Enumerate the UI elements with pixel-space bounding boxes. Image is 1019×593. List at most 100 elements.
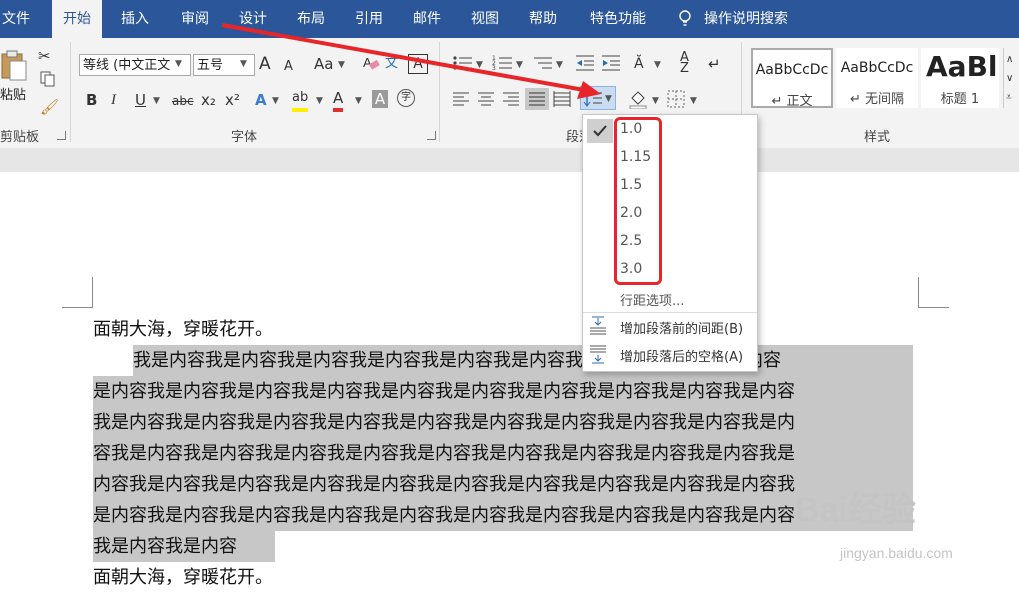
tab-special-features[interactable]: 特色功能 [584,0,652,38]
annotation-highlight-box [614,117,662,285]
chevron-down-icon[interactable]: ▼ [240,59,247,69]
font-group-label: 字体 [231,130,258,145]
doc-line-heading: 面朝大海，穿暖花开。 [93,319,273,340]
align-right-icon[interactable] [502,90,520,108]
chevron-down-icon[interactable]: ▼ [272,96,279,106]
svg-text:3: 3 [492,65,496,72]
borders-icon[interactable] [667,90,685,108]
chevron-down-icon[interactable]: ▼ [153,96,160,106]
tab-view[interactable]: 视图 [460,0,510,38]
align-center-icon[interactable] [477,90,495,108]
align-left-icon[interactable] [452,90,470,108]
style-heading-1[interactable]: AaBl 标题 1 [921,48,999,108]
margin-corner-mark [62,277,93,308]
tab-insert[interactable]: 插入 [110,0,160,38]
clipboard-launcher-icon[interactable] [57,131,66,140]
style-name: ↵ 正文 [771,94,813,109]
chevron-down-icon: ▼ [605,94,612,104]
copy-icon[interactable] [40,71,56,87]
cut-icon[interactable]: ✂ [38,46,51,66]
tab-references[interactable]: 引用 [344,0,394,38]
doc-line: 是内容我是内容我是内容我是内容我是内容我是内容我是内容我是内容我是内容我是内容 [93,500,913,531]
subscript-button[interactable]: x₂ [201,90,216,110]
chevron-down-icon[interactable]: ▼ [556,60,563,70]
doc-line: 我是内容我是内容 [93,531,275,562]
styles-scroll: ∧ ∨ ⩡ [1003,48,1019,108]
phonetic-guide-button[interactable]: 文 [385,54,398,74]
line-spacing-options-link[interactable]: 行距选项... [620,290,684,309]
superscript-button[interactable]: x² [225,90,240,110]
chevron-down-icon[interactable]: ▼ [516,60,523,70]
lightbulb-icon [679,10,691,26]
justify-icon[interactable] [528,90,546,108]
style-name: ↵ 无间隔 [849,92,905,107]
doc-line: 是内容我是内容我是内容我是内容我是内容我是内容我是内容我是内容我是内容我是内容 [93,376,913,407]
clipboard-paste-icon[interactable] [0,48,28,82]
chevron-down-icon[interactable]: ▼ [476,60,483,70]
character-border-button[interactable]: A [408,54,428,74]
chevron-down-icon[interactable]: ▼ [654,60,661,70]
add-space-before-item[interactable]: 增加段落前的间距(B) [620,318,743,337]
chevron-down-icon[interactable]: ▼ [652,96,659,106]
watermark-brand: Bai经验 [795,491,916,529]
chevron-down-icon[interactable]: ▼ [355,96,362,106]
expand-gallery-icon[interactable]: ⩡ [1006,88,1012,108]
style-sample-text: AaBbCcDc [840,60,914,76]
tab-layout[interactable]: 布局 [286,0,336,38]
menu-divider [583,312,757,313]
paste-button-label[interactable]: 粘贴 [0,84,26,103]
shading-bucket-icon[interactable] [628,89,648,109]
tab-design[interactable]: 设计 [228,0,278,38]
increase-indent-icon[interactable] [600,54,622,72]
font-color-button[interactable]: A [333,88,344,112]
enclose-characters-button[interactable]: 字 [397,89,415,107]
bullets-icon[interactable] [452,54,474,72]
chevron-up-icon[interactable]: ∧ [1006,50,1013,70]
tab-home[interactable]: 开始 [52,0,102,38]
tell-me-search[interactable]: 操作说明搜索 [704,0,800,38]
numbering-icon[interactable]: 123 [492,54,514,72]
highlight-color-button[interactable]: ab [292,88,309,112]
grow-font-button[interactable]: A [259,54,271,74]
sort-icon[interactable]: AZ [680,51,689,75]
chevron-down-icon[interactable]: ∨ [1006,69,1013,89]
shrink-font-button[interactable]: A [284,57,293,77]
ruler-band [0,148,1019,172]
doc-line: 我是内容我是内容我是内容我是内容我是内容我是内容我是内容我是内容我是内容 [133,345,913,376]
doc-line-heading: 面朝大海，穿暖花开。 [93,567,273,588]
chevron-down-icon[interactable]: ▼ [690,96,697,106]
ribbon-tab-bar: 文件 开始 插入 审阅 设计 布局 引用 邮件 视图 帮助 特色功能 操作说明搜… [0,0,1019,38]
chevron-down-icon[interactable]: ▼ [316,96,323,106]
line-spacing-menu: 1.0 1.15 1.5 2.0 2.5 3.0 行距选项... 增加段落前的间… [582,114,758,372]
chevron-down-icon[interactable]: ▼ [338,60,345,70]
style-no-spacing[interactable]: AaBbCcDc ↵ 无间隔 [836,48,918,108]
show-marks-icon[interactable]: ↵ [708,54,721,74]
strikethrough-button[interactable]: abc [172,91,194,111]
distributed-icon[interactable] [553,90,571,108]
character-shading-button[interactable]: A [372,90,388,108]
bold-button[interactable]: B [86,90,97,110]
tab-help[interactable]: 帮助 [518,0,568,38]
decrease-indent-icon[interactable] [574,54,596,72]
font-launcher-icon[interactable] [427,131,436,140]
italic-button[interactable]: I [111,90,116,110]
line-spacing-button[interactable]: ▼ [580,86,616,110]
tab-review[interactable]: 审阅 [170,0,220,38]
underline-button[interactable]: U [135,90,146,110]
doc-line: 内容我是内容我是内容我是内容我是内容我是内容我是内容我是内容我是内容我是内容我 [93,469,913,500]
style-normal[interactable]: AaBbCcDc ↵ 正文 [751,48,833,109]
styles-group-label: 样式 [864,130,891,145]
group-divider [70,42,71,142]
asian-layout-icon[interactable]: Ă [634,54,644,74]
svg-text:A: A [363,55,372,70]
text-effects-button[interactable]: A [255,90,267,110]
multilevel-list-icon[interactable] [532,54,554,72]
tab-mailings[interactable]: 邮件 [402,0,452,38]
tab-file[interactable]: 文件 [0,0,32,38]
margin-corner-mark [918,277,949,308]
add-space-after-item[interactable]: 增加段落后的空格(A) [620,346,743,365]
clear-formatting-icon[interactable]: A [362,54,380,72]
change-case-button[interactable]: Aa [314,54,333,74]
format-painter-icon[interactable]: 🖌 [40,97,59,117]
chevron-down-icon[interactable]: ▼ [175,59,182,69]
